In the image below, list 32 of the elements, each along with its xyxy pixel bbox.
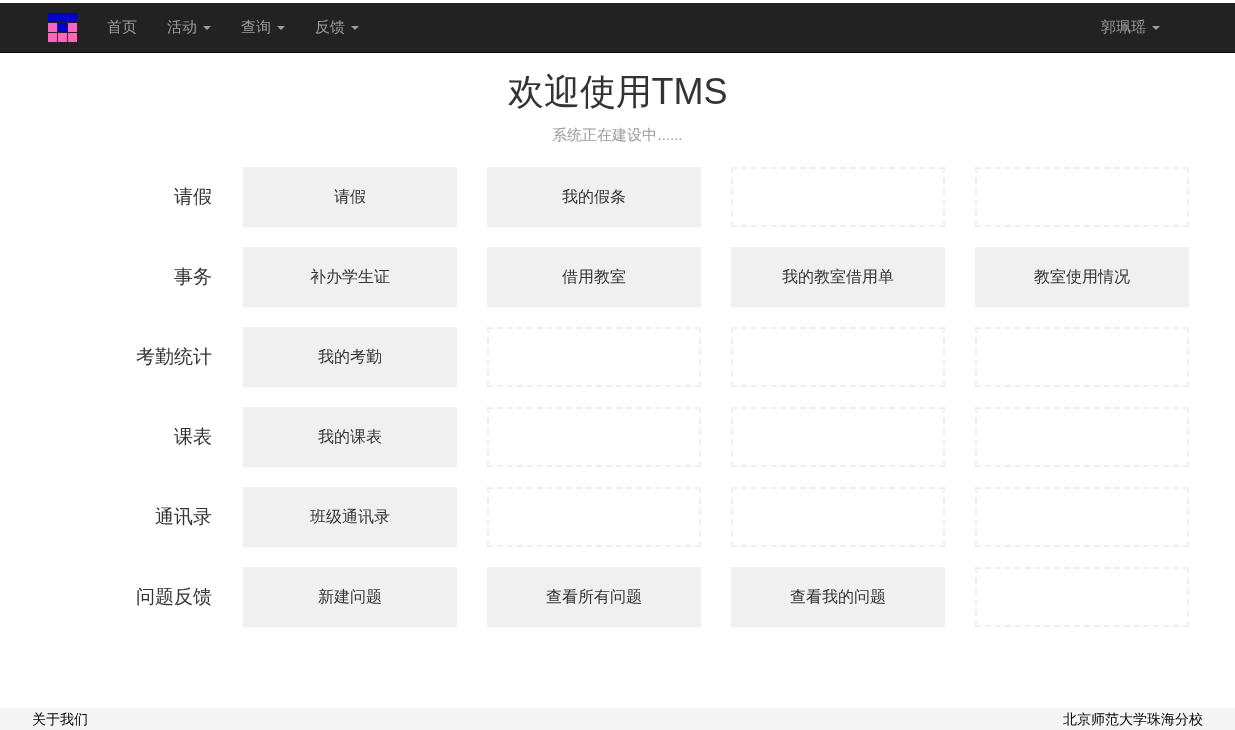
nav-menu[interactable]: 反馈 xyxy=(300,2,374,53)
nav-menu[interactable]: 活动 xyxy=(152,2,226,53)
menu-tile[interactable]: 补办学生证 xyxy=(243,247,457,307)
menu-tile[interactable]: 我的教室借用单 xyxy=(731,247,945,307)
nav-menu[interactable]: 查询 xyxy=(226,2,300,53)
menu-tile[interactable]: 班级通讯录 xyxy=(243,487,457,547)
menu-tile[interactable]: 我的假条 xyxy=(487,167,701,227)
row-label: 考勤统计 xyxy=(135,344,212,369)
row-label: 请假 xyxy=(173,184,212,209)
page-subtitle: 系统正在建设中...... xyxy=(551,125,684,145)
caret-icon xyxy=(203,25,211,30)
menu-tile[interactable]: 查看我的问题 xyxy=(731,567,945,627)
caret-icon xyxy=(277,25,285,30)
row-label: 事务 xyxy=(173,264,212,289)
nav-link[interactable]: 首页 xyxy=(92,2,152,53)
row-label: 课表 xyxy=(173,424,212,449)
row-label: 问题反馈 xyxy=(135,584,212,609)
menu-tile[interactable]: 我的考勤 xyxy=(243,327,457,387)
menu-tile[interactable]: 请假 xyxy=(243,167,457,227)
row-label: 通讯录 xyxy=(154,504,212,529)
menu-tile[interactable]: 借用教室 xyxy=(487,247,701,307)
menu-tile[interactable]: 我的课表 xyxy=(243,407,457,467)
logo-icon[interactable] xyxy=(48,12,78,43)
school-name: 北京师范大学珠海分校 xyxy=(1063,709,1203,729)
menu-tile[interactable]: 新建问题 xyxy=(243,567,457,627)
menu-tile[interactable]: 教室使用情况 xyxy=(975,247,1189,307)
page-title: 欢迎使用TMS xyxy=(506,72,729,112)
user-menu[interactable]: 郭珮瑶 xyxy=(1086,2,1175,53)
about-link[interactable]: 关于我们 xyxy=(32,708,88,730)
menu-tile[interactable]: 查看所有问题 xyxy=(487,567,701,627)
caret-icon xyxy=(351,25,359,30)
caret-icon xyxy=(1152,25,1160,30)
